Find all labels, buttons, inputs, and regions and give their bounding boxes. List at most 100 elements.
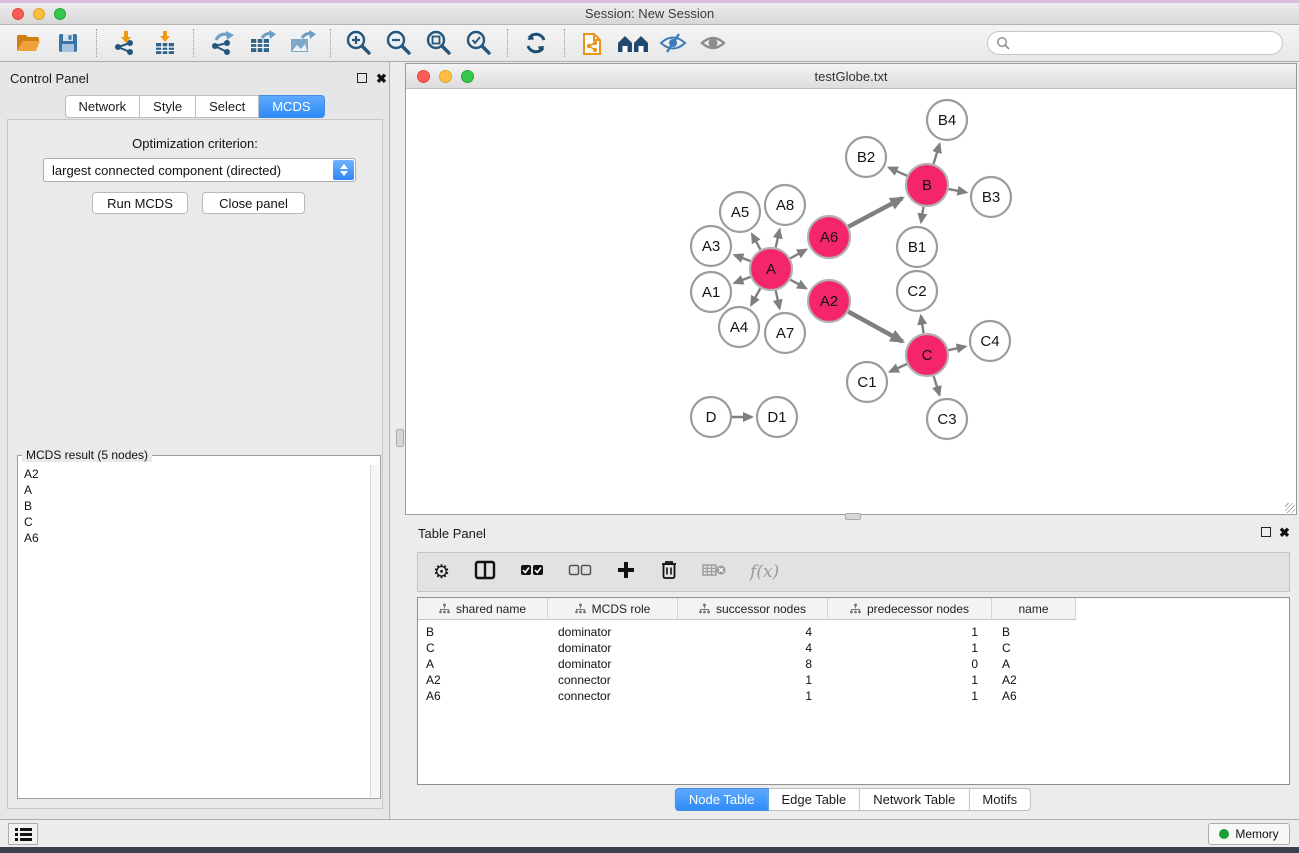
minimize-window-button[interactable] xyxy=(33,8,45,20)
table-cell[interactable]: 0 xyxy=(828,657,992,671)
table-row[interactable]: A6connector11A6 xyxy=(418,688,1289,704)
result-item[interactable]: A2 xyxy=(20,466,368,482)
search-field[interactable] xyxy=(987,31,1283,55)
refresh-icon[interactable] xyxy=(519,28,553,58)
delete-column-icon[interactable] xyxy=(660,559,678,585)
graph-node-C2[interactable]: C2 xyxy=(897,271,937,311)
export-image-icon[interactable] xyxy=(285,28,319,58)
window-resize-grip[interactable] xyxy=(1285,503,1295,513)
table-cell[interactable]: 1 xyxy=(828,673,992,687)
save-session-icon[interactable] xyxy=(51,28,85,58)
tab-node-table[interactable]: Node Table xyxy=(675,788,769,811)
open-session-file-icon[interactable] xyxy=(576,28,610,58)
settings-gear-icon[interactable]: ⚙ xyxy=(433,563,450,582)
open-session-icon[interactable] xyxy=(11,28,45,58)
zoom-selected-icon[interactable] xyxy=(462,28,496,58)
table-row[interactable]: A2connector11A2 xyxy=(418,672,1289,688)
table-cell[interactable]: 1 xyxy=(828,641,992,655)
table-cell[interactable]: dominator xyxy=(548,641,678,655)
table-cell[interactable]: 1 xyxy=(678,673,828,687)
graph-nodes[interactable]: B4B2BB3A5A8A6B1A3AC2A1A2A4A7C4CC1C3DD1 xyxy=(691,100,1011,439)
column-header-name[interactable]: name xyxy=(992,598,1076,620)
graph-node-C4[interactable]: C4 xyxy=(970,321,1010,361)
table-cell[interactable]: A6 xyxy=(418,689,548,703)
tab-network[interactable]: Network xyxy=(64,95,140,118)
import-table-icon[interactable] xyxy=(148,28,182,58)
table-cell[interactable]: A xyxy=(992,657,1076,671)
graph-node-B2[interactable]: B2 xyxy=(846,137,886,177)
select-all-checkboxes-icon[interactable] xyxy=(520,563,544,581)
table-cell[interactable]: C xyxy=(992,641,1076,655)
tab-edge-table[interactable]: Edge Table xyxy=(768,788,860,811)
graph-node-B1[interactable]: B1 xyxy=(897,227,937,267)
horizontal-split-handle[interactable] xyxy=(845,513,861,520)
tab-mcds[interactable]: MCDS xyxy=(259,95,324,118)
table-cell[interactable]: dominator xyxy=(548,625,678,639)
result-scrollbar[interactable] xyxy=(370,465,379,797)
graph-node-C3[interactable]: C3 xyxy=(927,399,967,439)
column-header-predecessor-nodes[interactable]: predecessor nodes xyxy=(828,598,992,620)
zoom-out-icon[interactable] xyxy=(382,28,416,58)
show-details-icon[interactable] xyxy=(696,28,730,58)
export-table-icon[interactable] xyxy=(245,28,279,58)
table-row[interactable]: Cdominator41C xyxy=(418,640,1289,656)
table-row[interactable]: Bdominator41B xyxy=(418,624,1289,640)
table-cell[interactable]: 1 xyxy=(828,689,992,703)
graph-node-D[interactable]: D xyxy=(691,397,731,437)
search-input[interactable] xyxy=(1015,33,1282,53)
network-minimize-button[interactable] xyxy=(439,70,452,83)
vertical-split-handle[interactable] xyxy=(396,429,404,447)
graph-node-B[interactable]: B xyxy=(906,164,948,206)
network-close-button[interactable] xyxy=(417,70,430,83)
close-panel-icon[interactable]: ✖ xyxy=(376,72,387,85)
table-cell[interactable]: 4 xyxy=(678,641,828,655)
hide-details-icon[interactable] xyxy=(656,28,690,58)
network-canvas-svg[interactable]: B4B2BB3A5A8A6B1A3AC2A1A2A4A7C4CC1C3DD1 xyxy=(406,89,1296,514)
float-panel-icon[interactable] xyxy=(357,73,367,83)
add-column-icon[interactable] xyxy=(616,560,636,585)
table-cell[interactable]: B xyxy=(992,625,1076,639)
table-cell[interactable]: 4 xyxy=(678,625,828,639)
graph-node-A2[interactable]: A2 xyxy=(808,280,850,322)
table-cell[interactable]: dominator xyxy=(548,657,678,671)
table-cell[interactable]: 1 xyxy=(678,689,828,703)
close-window-button[interactable] xyxy=(12,8,24,20)
table-cell[interactable]: A6 xyxy=(992,689,1076,703)
result-item[interactable]: C xyxy=(20,514,368,530)
graph-node-A7[interactable]: A7 xyxy=(765,313,805,353)
column-header-successor-nodes[interactable]: successor nodes xyxy=(678,598,828,620)
table-cell[interactable]: connector xyxy=(548,689,678,703)
graph-node-A4[interactable]: A4 xyxy=(719,307,759,347)
column-header-shared-name[interactable]: shared name xyxy=(418,598,548,620)
table-cell[interactable]: B xyxy=(418,625,548,639)
graph-node-B4[interactable]: B4 xyxy=(927,100,967,140)
table-cell[interactable]: connector xyxy=(548,673,678,687)
network-maximize-button[interactable] xyxy=(461,70,474,83)
table-cell[interactable]: A2 xyxy=(418,673,548,687)
graph-node-A1[interactable]: A1 xyxy=(691,272,731,312)
function-builder-icon[interactable]: f(x) xyxy=(750,562,779,582)
unselect-all-checkboxes-icon[interactable] xyxy=(568,563,592,581)
table-cell[interactable]: C xyxy=(418,641,548,655)
maximize-window-button[interactable] xyxy=(54,8,66,20)
table-cell[interactable]: A xyxy=(418,657,548,671)
table-cell[interactable]: A2 xyxy=(992,673,1076,687)
table-float-icon[interactable] xyxy=(1261,527,1271,537)
table-cell[interactable]: 8 xyxy=(678,657,828,671)
tab-select[interactable]: Select xyxy=(196,95,259,118)
result-item[interactable]: B xyxy=(20,498,368,514)
criterion-dropdown[interactable]: largest connected component (directed) xyxy=(43,158,356,182)
home-layout-icon[interactable] xyxy=(616,28,650,58)
graph-node-A8[interactable]: A8 xyxy=(765,185,805,225)
graph-node-A[interactable]: A xyxy=(750,248,792,290)
graph-node-C[interactable]: C xyxy=(906,334,948,376)
graph-node-C1[interactable]: C1 xyxy=(847,362,887,402)
table-row[interactable]: Adominator80A xyxy=(418,656,1289,672)
zoom-in-icon[interactable] xyxy=(342,28,376,58)
graph-node-A5[interactable]: A5 xyxy=(720,192,760,232)
column-header-mcds-role[interactable]: MCDS role xyxy=(548,598,678,620)
memory-button[interactable]: Memory xyxy=(1208,823,1290,845)
tab-motifs[interactable]: Motifs xyxy=(969,788,1031,811)
delete-table-icon[interactable] xyxy=(702,562,726,583)
graph-node-A6[interactable]: A6 xyxy=(808,216,850,258)
